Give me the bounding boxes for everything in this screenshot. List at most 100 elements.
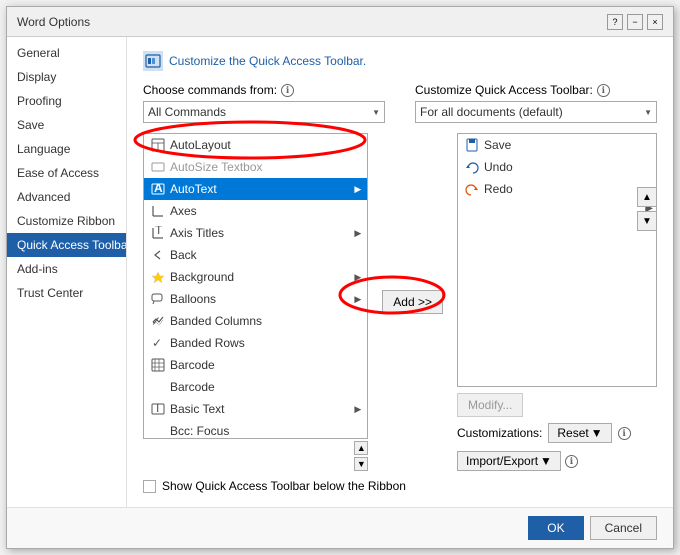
import-export-button[interactable]: Import/Export ▼ [457, 451, 561, 471]
toolbar-icon [143, 51, 163, 71]
customize-toolbar-label: Customize Quick Access Toolbar: [415, 83, 593, 97]
commands-list: AutoLayout AutoSize Textbox [144, 134, 367, 439]
sidebar-item-save[interactable]: Save [7, 113, 126, 137]
import-export-info-icon[interactable]: ℹ [565, 455, 578, 468]
cmd-banded-rows[interactable]: ✓ Banded Rows [144, 332, 367, 354]
main-content: Customize the Quick Access Toolbar. Choo… [127, 37, 673, 507]
cmd-axes[interactable]: Axes [144, 200, 367, 222]
toolbar-item-up[interactable]: ▲ [637, 187, 657, 207]
dialog-title: Word Options [17, 15, 90, 29]
commands-dropdown-arrow: ▼ [372, 108, 380, 117]
toolbar-list-panel: Save Undo Redo [457, 133, 657, 471]
commands-dropdown[interactable]: All Commands ▼ [143, 101, 385, 123]
modify-button[interactable]: Modify... [457, 393, 523, 417]
toolbar-item-redo[interactable]: Redo [458, 178, 656, 200]
toolbar-item-save[interactable]: Save [458, 134, 656, 156]
minimize-button[interactable]: − [627, 14, 643, 30]
reset-arrow-icon: ▼ [591, 426, 603, 440]
cmd-barcode[interactable]: Barcode [144, 376, 367, 398]
main-title-area: Customize the Quick Access Toolbar. [143, 51, 657, 71]
cmd-axis-titles[interactable]: T Axis Titles ▶ [144, 222, 367, 244]
sidebar-item-display[interactable]: Display [7, 65, 126, 89]
autosize-icon [150, 159, 166, 175]
cmd-balloons[interactable]: Balloons ▶ [144, 288, 367, 310]
sidebar-item-quick-access-toolbar[interactable]: Quick Access Toolbar [7, 233, 126, 257]
banded-rows-icon: ✓ [150, 335, 166, 351]
toolbar-dropdown-arrow: ▼ [644, 108, 652, 117]
svg-text:T: T [154, 402, 162, 415]
cancel-button[interactable]: Cancel [590, 516, 657, 540]
add-button[interactable]: Add >> [382, 290, 443, 314]
reset-button[interactable]: Reset ▼ [548, 423, 611, 443]
axes-icon [150, 203, 166, 219]
commands-panel: AutoLayout AutoSize Textbox [143, 133, 368, 471]
svg-text:A: A [154, 182, 163, 195]
toolbar-item-down[interactable]: ▼ [637, 211, 657, 231]
save-icon [464, 137, 480, 153]
help-button[interactable]: ? [607, 14, 623, 30]
add-remove-area: Add >> [378, 133, 447, 471]
sidebar-item-add-ins[interactable]: Add-ins [7, 257, 126, 281]
barcode-icon [150, 379, 166, 395]
list-scroll-up[interactable]: ▲ [354, 441, 368, 455]
cmd-barcode-table[interactable]: Barcode [144, 354, 367, 376]
svg-text:✓: ✓ [151, 314, 161, 328]
list-scroll-down[interactable]: ▼ [354, 457, 368, 471]
background-arrow: ▶ [354, 272, 361, 283]
choose-commands-row: Choose commands from: ℹ All Commands ▼ C… [143, 83, 657, 123]
axis-titles-arrow: ▶ [354, 228, 361, 239]
sidebar-item-trust-center[interactable]: Trust Center [7, 281, 126, 305]
choose-commands-info[interactable]: ℹ [281, 84, 294, 97]
columns-area: AutoLayout AutoSize Textbox [143, 133, 657, 471]
autotext-arrow: ▶ [354, 184, 361, 195]
word-options-dialog: Word Options ? − × General Display Proof… [6, 6, 674, 549]
dialog-body: General Display Proofing Save Language E… [7, 37, 673, 507]
title-bar: Word Options ? − × [7, 7, 673, 37]
sidebar-item-general[interactable]: General [7, 41, 126, 65]
bottom-right-buttons: OK Cancel [528, 516, 657, 540]
cmd-autosize-textbox[interactable]: AutoSize Textbox [144, 156, 367, 178]
cmd-autolayout[interactable]: AutoLayout [144, 134, 367, 156]
footer-area: Show Quick Access Toolbar below the Ribb… [143, 479, 657, 493]
balloons-icon [150, 291, 166, 307]
sidebar-item-proofing[interactable]: Proofing [7, 89, 126, 113]
cmd-banded-columns[interactable]: ✓ Banded Columns [144, 310, 367, 332]
balloons-arrow: ▶ [354, 294, 361, 305]
cmd-background[interactable]: Background ▶ [144, 266, 367, 288]
undo-icon [464, 159, 480, 175]
sidebar-item-customize-ribbon[interactable]: Customize Ribbon [7, 209, 126, 233]
customizations-label: Customizations: [457, 426, 542, 440]
autotext-icon: A [150, 181, 166, 197]
ok-button[interactable]: OK [528, 516, 583, 540]
back-icon [150, 247, 166, 263]
show-bar-area: Show Quick Access Toolbar below the Ribb… [143, 479, 657, 493]
commands-list-container[interactable]: AutoLayout AutoSize Textbox [143, 133, 368, 439]
toolbar-list-container[interactable]: Save Undo Redo [457, 133, 657, 387]
toolbar-item-undo[interactable]: Undo [458, 156, 656, 178]
cmd-bcc-focus[interactable]: Bcc: Focus [144, 420, 367, 439]
sidebar-item-language[interactable]: Language [7, 137, 126, 161]
reset-info-icon[interactable]: ℹ [618, 427, 631, 440]
banded-columns-icon: ✓ [150, 313, 166, 329]
cmd-autotext[interactable]: A AutoText ▶ [144, 178, 367, 200]
close-button[interactable]: × [647, 14, 663, 30]
background-icon [150, 269, 166, 285]
show-bar-checkbox[interactable] [143, 480, 156, 493]
customize-toolbar-info[interactable]: ℹ [597, 84, 610, 97]
autolayout-icon [150, 137, 166, 153]
redo-icon [464, 181, 480, 197]
basic-text-arrow: ▶ [354, 404, 361, 415]
cmd-basic-text[interactable]: T Basic Text ▶ [144, 398, 367, 420]
basic-text-icon: T [150, 401, 166, 417]
svg-text:T: T [155, 226, 163, 237]
main-title-text: Customize the Quick Access Toolbar. [169, 54, 366, 68]
svg-text:✓: ✓ [152, 336, 162, 350]
bottom-buttons-area: OK Cancel [7, 507, 673, 548]
title-bar-controls: ? − × [607, 14, 663, 30]
import-export-arrow-icon: ▼ [540, 454, 552, 468]
toolbar-dropdown[interactable]: For all documents (default) ▼ [415, 101, 657, 123]
sidebar-item-advanced[interactable]: Advanced [7, 185, 126, 209]
sidebar-item-ease-of-access[interactable]: Ease of Access [7, 161, 126, 185]
show-bar-label: Show Quick Access Toolbar below the Ribb… [162, 479, 406, 493]
cmd-back[interactable]: Back [144, 244, 367, 266]
